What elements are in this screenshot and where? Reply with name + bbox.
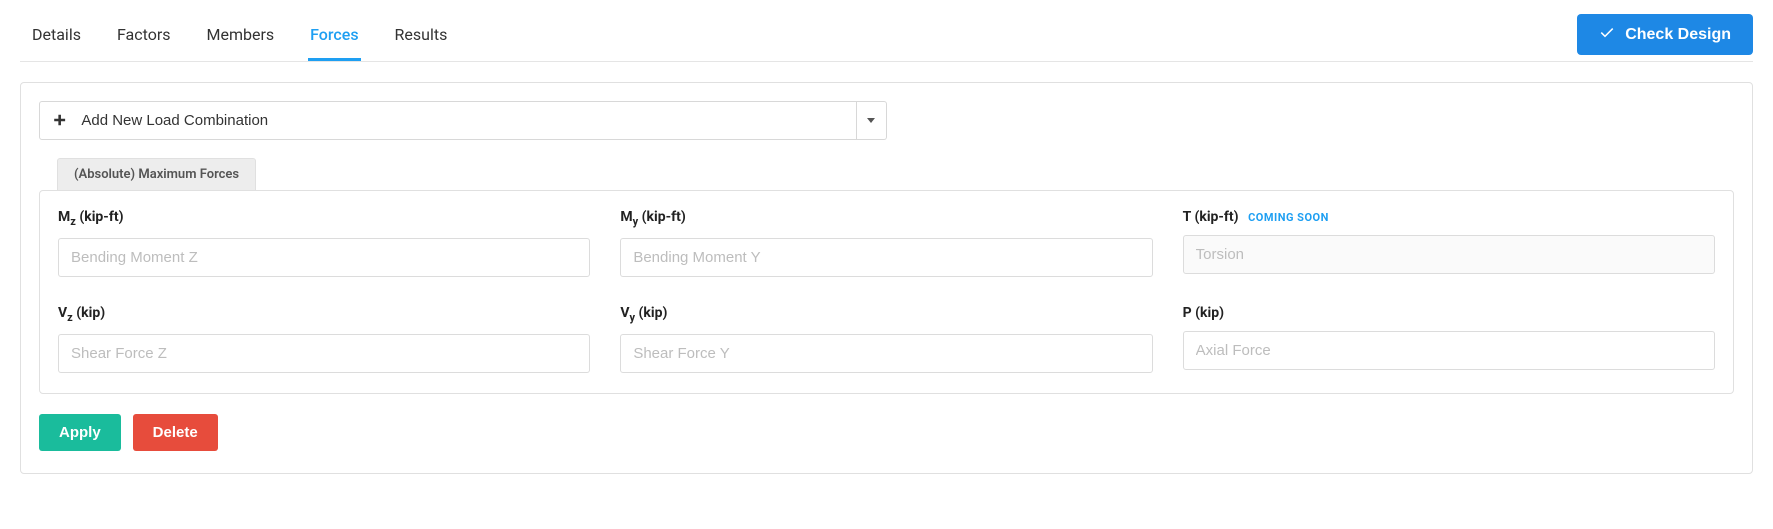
label-p: P (kip) bbox=[1183, 305, 1715, 321]
input-vy[interactable] bbox=[620, 334, 1152, 373]
action-row: Apply Delete bbox=[39, 414, 1734, 451]
label-t: T (kip-ft) Coming Soon bbox=[1183, 209, 1715, 225]
delete-button[interactable]: Delete bbox=[133, 414, 218, 451]
input-mz[interactable] bbox=[58, 238, 590, 277]
section-tab-row: (Absolute) Maximum Forces bbox=[39, 158, 1734, 190]
add-combo-row: ➕︎ Add New Load Combination bbox=[39, 101, 887, 140]
force-grid: Mz (kip-ft) My (kip-ft) T (kip-ft) Comin… bbox=[39, 190, 1734, 394]
tab-results[interactable]: Results bbox=[393, 15, 450, 61]
add-combo-label: Add New Load Combination bbox=[81, 112, 268, 129]
input-p[interactable] bbox=[1183, 331, 1715, 370]
apply-button[interactable]: Apply bbox=[39, 414, 121, 451]
tab-details[interactable]: Details bbox=[30, 15, 83, 61]
field-mz: Mz (kip-ft) bbox=[58, 209, 590, 277]
check-icon bbox=[1599, 24, 1615, 45]
tabs: Details Factors Members Forces Results bbox=[20, 15, 449, 60]
section-tab-max-forces[interactable]: (Absolute) Maximum Forces bbox=[57, 158, 256, 190]
field-p: P (kip) bbox=[1183, 305, 1715, 373]
label-vz: Vz (kip) bbox=[58, 305, 590, 324]
check-design-label: Check Design bbox=[1625, 26, 1731, 44]
input-my[interactable] bbox=[620, 238, 1152, 277]
add-combo-dropdown-button[interactable] bbox=[857, 101, 887, 140]
label-my: My (kip-ft) bbox=[620, 209, 1152, 228]
add-load-combination-button[interactable]: ➕︎ Add New Load Combination bbox=[39, 101, 857, 140]
panel: ➕︎ Add New Load Combination (Absolute) M… bbox=[20, 82, 1753, 474]
label-vy: Vy (kip) bbox=[620, 305, 1152, 324]
input-vz[interactable] bbox=[58, 334, 590, 373]
coming-soon-badge: Coming Soon bbox=[1248, 211, 1329, 224]
tab-forces[interactable]: Forces bbox=[308, 15, 360, 61]
field-my: My (kip-ft) bbox=[620, 209, 1152, 277]
plus-icon: ➕︎ bbox=[54, 112, 65, 129]
field-vy: Vy (kip) bbox=[620, 305, 1152, 373]
field-t: T (kip-ft) Coming Soon bbox=[1183, 209, 1715, 277]
field-vz: Vz (kip) bbox=[58, 305, 590, 373]
chevron-down-icon bbox=[867, 118, 875, 123]
input-t bbox=[1183, 235, 1715, 274]
tab-factors[interactable]: Factors bbox=[115, 15, 173, 61]
topbar: Details Factors Members Forces Results C… bbox=[20, 14, 1753, 62]
check-design-button[interactable]: Check Design bbox=[1577, 14, 1753, 55]
label-mz: Mz (kip-ft) bbox=[58, 209, 590, 228]
tab-members[interactable]: Members bbox=[205, 15, 277, 61]
